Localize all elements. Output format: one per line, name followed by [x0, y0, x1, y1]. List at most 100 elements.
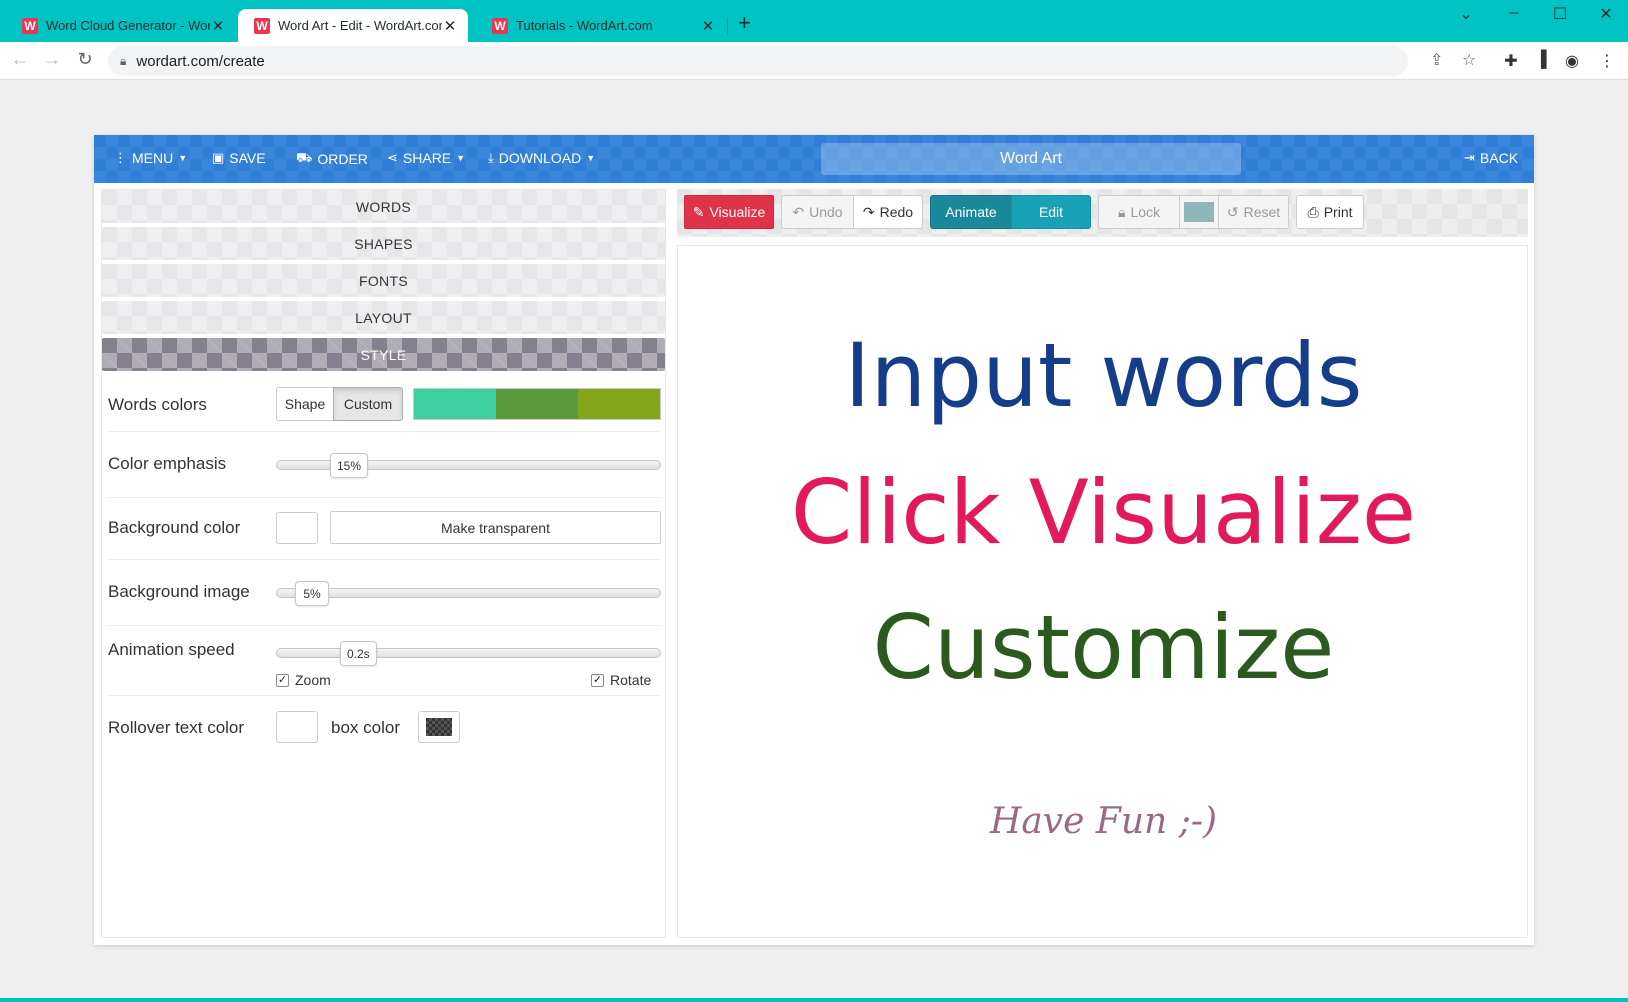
address-bar[interactable]: 🔒︎ wordart.com/create ⇪ ☆	[108, 46, 1476, 76]
canvas-line-input-words: Input words	[844, 324, 1363, 427]
caret-down-icon: ▼	[456, 153, 466, 163]
bookmark-star-icon[interactable]: ☆	[1462, 50, 1476, 70]
edit-button[interactable]: Edit	[1011, 195, 1091, 229]
menu-dropdown[interactable]: ⋮ MENU ▼	[114, 150, 187, 166]
background-color-label: Background color	[108, 518, 241, 537]
canvas-toolbar: ✎ Visualize ↶ Undo ↷ Redo Animate Edit 🔒…	[677, 189, 1528, 237]
order-button[interactable]: ⛟ ORDER	[296, 150, 368, 168]
background-color-picker[interactable]	[276, 512, 318, 544]
tab-word-cloud-generator[interactable]: W Word Cloud Generator - Word ✕	[6, 9, 236, 42]
back-button[interactable]: ⇥ BACK	[1464, 150, 1518, 166]
tab-title: Word Art - Edit - WordArt.com	[278, 18, 442, 33]
wordart-favicon-icon: W	[492, 17, 508, 34]
checkmark-icon[interactable]: ✓	[591, 673, 604, 687]
animation-speed-row: Animation speed 0.2s ✓ Zoom ✓ Rotate	[108, 626, 661, 696]
animation-speed-slider[interactable]	[276, 648, 661, 658]
palette-swatch[interactable]	[414, 389, 496, 419]
new-tab-plus-icon[interactable]: +	[738, 10, 751, 36]
rollover-text-color-picker[interactable]	[276, 711, 318, 743]
color-emphasis-label: Color emphasis	[108, 454, 227, 473]
browser-toolbar: ← → ↻ 🔒︎ wordart.com/create ⇪ ☆ ✚ ▐ ◉ ⋮	[0, 42, 1628, 80]
undo-button[interactable]: ↶ Undo	[781, 195, 854, 229]
options-panel: WORDS SHAPES FONTS LAYOUT STYLE Words co…	[101, 189, 666, 938]
animate-button[interactable]: Animate	[930, 195, 1012, 229]
background-image-row: Background image 5%	[108, 560, 661, 626]
visualize-button[interactable]: ✎ Visualize	[684, 195, 774, 229]
download-dropdown[interactable]: ⤓ DOWNLOAD ▼	[488, 150, 595, 166]
shopping-cart-icon: ⛟	[296, 150, 313, 165]
url-text: wordart.com/create	[136, 52, 265, 70]
profile-icon[interactable]: ◉	[1561, 51, 1583, 71]
browser-tab-bar: W Word Cloud Generator - Word ✕ W Word A…	[0, 0, 1628, 42]
color-emphasis-handle[interactable]: 15%	[330, 453, 369, 478]
order-label: ORDER	[317, 151, 368, 167]
animation-speed-handle[interactable]: 0.2s	[340, 641, 377, 666]
lock-button[interactable]: 🔒︎ Lock	[1098, 195, 1180, 229]
custom-colors-button[interactable]: Custom	[333, 387, 403, 421]
color-palette[interactable]	[413, 388, 661, 420]
download-label: DOWNLOAD	[498, 150, 582, 166]
tab-title: Tutorials - WordArt.com	[516, 18, 653, 33]
close-tab-icon[interactable]: ✕	[442, 17, 458, 35]
redo-label: Redo	[879, 204, 914, 220]
close-tab-icon[interactable]: ✕	[210, 17, 226, 35]
reload-icon[interactable]: ↻	[73, 49, 97, 70]
reset-button[interactable]: ↺ Reset	[1218, 195, 1289, 229]
download-icon: ⤓	[488, 150, 494, 165]
app-top-nav: ⋮ MENU ▼ ▣ SAVE ⛟ ORDER ⋖ SHARE ▼ ⤓ DOWN…	[94, 135, 1534, 183]
animation-speed-label: Animation speed	[108, 640, 235, 659]
box-color-picker[interactable]	[418, 711, 460, 743]
bottom-edge	[0, 998, 1628, 1002]
section-style[interactable]: STYLE	[102, 338, 665, 371]
save-button[interactable]: ▣ SAVE	[212, 150, 266, 166]
extensions-puzzle-icon[interactable]: ✚	[1500, 51, 1522, 71]
canvas-color-button[interactable]	[1179, 195, 1219, 229]
background-image-handle[interactable]: 5%	[295, 581, 329, 606]
tab-word-art-edit[interactable]: W Word Art - Edit - WordArt.com ✕	[238, 9, 468, 42]
reset-icon: ↺	[1226, 203, 1239, 220]
lock-icon: 🔒︎	[1117, 203, 1126, 220]
floppy-disk-icon: ▣	[212, 150, 225, 165]
palette-swatch[interactable]	[496, 389, 578, 419]
wordart-app: ⋮ MENU ▼ ▣ SAVE ⛟ ORDER ⋖ SHARE ▼ ⤓ DOWN…	[94, 135, 1534, 945]
color-emphasis-row: Color emphasis 15%	[108, 432, 661, 498]
palette-swatch[interactable]	[578, 389, 660, 419]
minimize-icon[interactable]: –	[1494, 4, 1534, 22]
print-label: Print	[1323, 204, 1353, 220]
transparency-checker	[426, 718, 452, 736]
zoom-checkbox[interactable]: ✓ Zoom	[276, 672, 331, 688]
share-dropdown[interactable]: ⋖ SHARE ▼	[387, 150, 465, 166]
background-image-slider[interactable]	[276, 588, 661, 598]
tab-tutorials[interactable]: W Tutorials - WordArt.com ✕	[476, 9, 726, 42]
canvas-line-customize: Customize	[872, 596, 1335, 699]
redo-button[interactable]: ↷ Redo	[853, 195, 923, 229]
section-fonts[interactable]: FONTS	[102, 264, 665, 297]
make-transparent-button[interactable]: Make transparent	[330, 511, 661, 544]
sign-in-icon: ⇥	[1464, 150, 1475, 165]
section-shapes[interactable]: SHAPES	[102, 227, 665, 260]
wordart-favicon-icon: W	[22, 17, 38, 34]
share-page-icon[interactable]: ⇪	[1430, 50, 1443, 70]
section-words[interactable]: WORDS	[102, 190, 665, 223]
print-button[interactable]: ⎙ Print	[1296, 195, 1364, 229]
tab-separator	[727, 17, 728, 35]
close-window-icon[interactable]: ✕	[1586, 4, 1626, 24]
redo-icon: ↷	[862, 203, 875, 220]
tab-search-chevron-icon[interactable]: ⌄	[1446, 4, 1486, 24]
background-image-label: Background image	[108, 582, 250, 601]
word-art-canvas[interactable]: Input words Click Visualize Customize Ha…	[677, 245, 1528, 938]
forward-arrow-icon[interactable]: →	[40, 49, 64, 70]
checkmark-icon[interactable]: ✓	[276, 673, 289, 687]
word-art-title-input[interactable]: Word Art	[821, 143, 1241, 175]
caret-down-icon: ▼	[586, 153, 596, 163]
lock-icon[interactable]: 🔒︎	[120, 54, 126, 69]
side-panel-icon[interactable]: ▐	[1530, 51, 1552, 69]
shape-colors-button[interactable]: Shape	[276, 387, 334, 421]
maximize-icon[interactable]: ☐	[1540, 4, 1580, 24]
browser-menu-icon[interactable]: ⋮	[1596, 51, 1618, 71]
rollover-text-color-label: Rollover text color	[108, 718, 245, 737]
section-layout[interactable]: LAYOUT	[102, 301, 665, 334]
close-tab-icon[interactable]: ✕	[700, 17, 716, 35]
rotate-checkbox[interactable]: ✓ Rotate	[591, 672, 651, 688]
back-arrow-icon[interactable]: ←	[8, 49, 32, 70]
